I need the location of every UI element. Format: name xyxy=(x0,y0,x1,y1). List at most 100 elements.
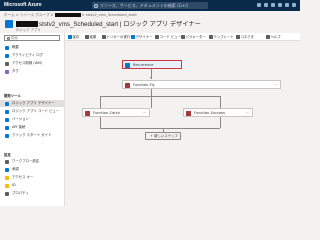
sidebar-item-activity-log[interactable]: アクティビティ ログ xyxy=(0,52,64,59)
connector-line xyxy=(220,96,221,108)
sidebar-item-label: プロパティ xyxy=(12,191,29,195)
sidebar-item-label: ロジック アプリ コード ビュー xyxy=(12,109,60,113)
feedback-icon[interactable] xyxy=(292,3,296,7)
sidebar-section-settings: 設定 xyxy=(4,153,11,157)
new-step-button[interactable]: + 新しいステップ xyxy=(145,132,181,140)
designer-toolbar: 保存 破棄 トリガーの実行 デザイナー コード ビュー パラメーター テンプレー… xyxy=(65,33,300,41)
connector-icon xyxy=(236,35,240,39)
sidebar-item-quickstart[interactable]: クイック スタート ガイド xyxy=(0,132,64,139)
sidebar-item-label: 概要 xyxy=(12,45,19,49)
sidebar-item-workflow-settings[interactable]: ワークフロー設定 xyxy=(0,158,64,165)
parameters-label: パラメーター xyxy=(185,35,206,39)
code-icon xyxy=(155,35,159,39)
connector-line xyxy=(100,96,101,108)
sidebar-search-placeholder: 検索 xyxy=(11,36,18,40)
help-icon[interactable] xyxy=(285,3,289,7)
breadcrumb-suffix[interactable]: > ststv2_vms_Scheduled_start xyxy=(82,13,137,17)
sidebar-item-tags[interactable]: タグ xyxy=(0,68,64,75)
merge-line xyxy=(100,128,220,129)
key-icon xyxy=(5,167,9,172)
parameters-button[interactable]: パラメーター xyxy=(181,33,206,41)
breadcrumb-prefix[interactable]: ホーム > リソース グループ > xyxy=(4,13,54,17)
more-options-icon[interactable]: ··· xyxy=(143,109,146,117)
sidebar-item-label: 承認 xyxy=(12,167,19,171)
connector-line xyxy=(151,96,152,108)
branch-line xyxy=(100,96,220,97)
new-step-label: + 新しいステップ xyxy=(150,134,178,138)
more-options-icon[interactable]: ··· xyxy=(274,81,277,89)
designer-canvas[interactable]: Recurrence Function-Fly ··· Function-Cat… xyxy=(65,42,300,206)
sidebar-item-code-view[interactable]: ロジック アプリ コード ビュー xyxy=(0,108,64,115)
redacted-block xyxy=(54,13,81,17)
activity-log-icon xyxy=(5,53,9,58)
function-icon xyxy=(125,82,130,88)
save-button[interactable]: 保存 xyxy=(68,33,79,41)
sidebar-item-identity[interactable]: ID xyxy=(0,182,64,189)
sidebar-item-versions[interactable]: バージョン xyxy=(0,116,64,123)
sidebar-item-label: ワークフロー設定 xyxy=(12,159,40,163)
cloud-shell-icon[interactable] xyxy=(257,3,261,7)
connector-line xyxy=(151,89,152,96)
gear-icon xyxy=(5,159,9,164)
function-fly-card[interactable]: Function-Fly ··· xyxy=(122,80,281,89)
brand-label[interactable]: Microsoft Azure xyxy=(4,2,42,8)
page-title: ststv2_vms_Scheduled_start | ロジック アプリ デザ… xyxy=(16,19,201,28)
function-icon xyxy=(186,110,191,116)
sidebar-item-properties[interactable]: プロパティ xyxy=(0,190,64,197)
quickstart-icon xyxy=(5,133,9,138)
title-bar: ststv2_vms_Scheduled_start | ロジック アプリ デザ… xyxy=(0,18,300,34)
connector-line xyxy=(100,117,101,128)
sidebar-search-input[interactable]: 検索 xyxy=(4,35,60,41)
template-icon xyxy=(209,35,213,39)
help-label: ヘルプ xyxy=(270,35,281,39)
code-view-button[interactable]: コード ビュー xyxy=(155,33,181,41)
designer-button[interactable]: デザイナー xyxy=(131,33,152,41)
run-trigger-button[interactable]: トリガーの実行 xyxy=(102,33,130,41)
properties-icon xyxy=(5,191,9,196)
top-icons xyxy=(257,3,296,7)
top-bar: Microsoft Azure リソース、サービス、ドキュメントの検索 (G+/… xyxy=(0,0,300,11)
designer-icon xyxy=(5,101,9,106)
help-button[interactable]: ヘルプ xyxy=(266,33,281,41)
more-options-icon[interactable]: ··· xyxy=(246,109,249,117)
page-subtitle: ロジック アプリ xyxy=(16,28,41,32)
sidebar-item-designer[interactable]: ロジック アプリ デザイナー xyxy=(0,100,64,107)
sidebar-item-authorization[interactable]: 承認 xyxy=(0,166,64,173)
sidebar-item-label: ロジック アプリ デザイナー xyxy=(12,101,55,105)
connectors-label: コネクタ xyxy=(240,35,254,39)
code-icon xyxy=(5,109,9,114)
sidebar-item-api-connections[interactable]: API 接続 xyxy=(0,124,64,131)
function-success-card[interactable]: Function-Success ··· xyxy=(183,108,253,117)
title-separator: | xyxy=(119,21,122,28)
parameters-icon xyxy=(181,35,185,39)
sidebar-item-label: アクセス制御 (IAM) xyxy=(12,61,43,65)
designer-label: デザイナー xyxy=(135,35,153,39)
recurrence-trigger-card[interactable]: Recurrence xyxy=(122,60,182,69)
identity-icon xyxy=(5,183,9,188)
templates-button[interactable]: テンプレート xyxy=(209,33,234,41)
gear-icon[interactable] xyxy=(278,3,282,7)
sidebar-item-label: バージョン xyxy=(12,117,29,121)
global-search-box[interactable]: リソース、サービス、ドキュメントの検索 (G+/) xyxy=(92,2,208,9)
tag-icon xyxy=(5,69,9,74)
filter-icon[interactable] xyxy=(264,3,268,7)
discard-button[interactable]: 破棄 xyxy=(85,33,96,41)
sidebar-item-label: ID xyxy=(12,183,16,187)
sidebar-item-label: アクティビティ ログ xyxy=(12,53,44,57)
function-icon xyxy=(85,110,90,116)
designer-icon xyxy=(131,35,135,39)
function-catch-label: Function-Catch xyxy=(93,111,120,115)
function-catch-card[interactable]: Function-Catch ··· xyxy=(82,108,150,117)
search-icon xyxy=(94,3,98,8)
discard-label: 破棄 xyxy=(89,35,97,39)
bell-icon[interactable] xyxy=(271,3,275,7)
access-key-icon xyxy=(5,175,9,180)
versions-icon xyxy=(5,117,9,122)
connectors-button[interactable]: コネクタ xyxy=(236,33,254,41)
title-resource: ststv2_vms_Scheduled_start xyxy=(39,21,119,28)
sidebar-item-access-keys[interactable]: アクセス キー xyxy=(0,174,64,181)
sidebar-item-iam[interactable]: アクセス制御 (IAM) xyxy=(0,60,64,67)
sidebar-item-label: API 接続 xyxy=(12,125,26,129)
sidebar: 検索 概要 アクティビティ ログ アクセス制御 (IAM) タグ 開発ツール ロ… xyxy=(0,33,65,206)
sidebar-item-overview[interactable]: 概要 xyxy=(0,44,64,51)
